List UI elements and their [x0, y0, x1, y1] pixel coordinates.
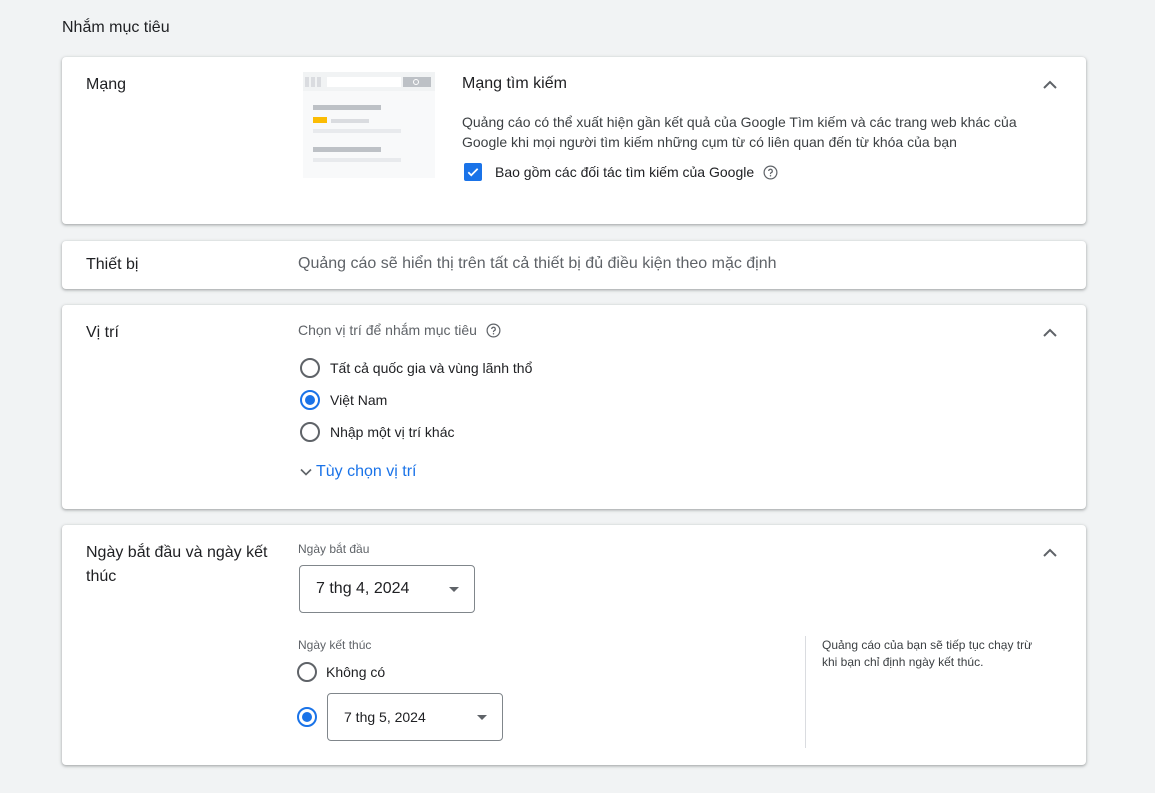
start-date-value: 7 thg 4, 2024: [316, 580, 410, 597]
dates-collapse-button[interactable]: [1036, 539, 1064, 567]
check-icon: [467, 168, 479, 177]
search-network-illustration: [303, 72, 435, 178]
location-options-label: Tùy chọn vị trí: [316, 463, 417, 480]
end-date-none-label: Không có: [326, 664, 386, 680]
divider: [805, 636, 806, 748]
network-label: Mạng: [86, 76, 127, 93]
location-option-label: Nhập một vị trí khác: [330, 424, 455, 440]
help-icon[interactable]: [486, 323, 501, 338]
network-collapse-button[interactable]: [1036, 71, 1064, 99]
radio-button[interactable]: [300, 422, 320, 442]
chevron-up-icon: [1043, 328, 1057, 337]
location-option-vietnam[interactable]: Việt Nam: [300, 390, 387, 410]
section-title: Nhắm mục tiêu: [62, 19, 170, 36]
network-description: Quảng cáo có thể xuất hiện gần kết quả c…: [462, 114, 1017, 150]
dates-card: Ngày bắt đầu và ngày kết thúc Ngày bắt đ…: [62, 525, 1086, 765]
radio-button-selected[interactable]: [300, 390, 320, 410]
dropdown-arrow-icon: [449, 586, 459, 592]
end-date-note: Quảng cáo của bạn sẽ tiếp tục chạy trừ k…: [822, 638, 1033, 669]
start-date-dropdown[interactable]: 7 thg 4, 2024: [299, 565, 475, 613]
radio-button[interactable]: [297, 662, 317, 682]
search-partners-label: Bao gồm các đối tác tìm kiếm của Google: [495, 164, 755, 180]
end-date-specific-option[interactable]: [297, 707, 317, 727]
location-card: Vị trí Chọn vị trí để nhắm mục tiêu Tất …: [62, 305, 1086, 509]
search-partners-option[interactable]: Bao gồm các đối tác tìm kiếm của Google: [464, 163, 778, 181]
network-card: Mạng Mạng tìm kiếm Quảng cáo có thể xuất…: [62, 57, 1086, 224]
devices-description: Quảng cáo sẽ hiển thị trên tất cả thiết …: [298, 255, 777, 272]
chevron-down-icon: [300, 468, 312, 476]
network-title: Mạng tìm kiếm: [462, 75, 567, 92]
end-date-dropdown[interactable]: 7 thg 5, 2024: [327, 693, 503, 741]
dropdown-arrow-icon: [477, 714, 487, 720]
end-date-value: 7 thg 5, 2024: [344, 709, 426, 725]
end-date-label: Ngày kết thúc: [298, 638, 372, 652]
location-prompt-text: Chọn vị trí để nhắm mục tiêu: [298, 322, 477, 338]
radio-button[interactable]: [300, 358, 320, 378]
location-prompt: Chọn vị trí để nhắm mục tiêu: [298, 322, 501, 338]
help-icon[interactable]: [763, 165, 778, 180]
chevron-up-icon: [1043, 80, 1057, 89]
location-option-all[interactable]: Tất cả quốc gia và vùng lãnh thổ: [300, 358, 532, 378]
end-date-none-option[interactable]: Không có: [297, 662, 385, 682]
start-date-label: Ngày bắt đầu: [298, 542, 370, 556]
search-partners-checkbox[interactable]: [464, 163, 482, 181]
devices-label: Thiết bị: [86, 256, 139, 273]
location-option-label: Việt Nam: [330, 392, 388, 408]
radio-button-selected[interactable]: [297, 707, 317, 727]
devices-card[interactable]: Thiết bị Quảng cáo sẽ hiển thị trên tất …: [62, 241, 1086, 289]
dates-label: Ngày bắt đầu và ngày kết thúc: [86, 544, 268, 585]
location-label: Vị trí: [86, 324, 119, 341]
location-option-label: Tất cả quốc gia và vùng lãnh thổ: [330, 360, 533, 376]
location-options-toggle[interactable]: Tùy chọn vị trí: [296, 462, 416, 482]
location-option-other[interactable]: Nhập một vị trí khác: [300, 422, 455, 442]
chevron-up-icon: [1043, 548, 1057, 557]
location-collapse-button[interactable]: [1036, 319, 1064, 347]
